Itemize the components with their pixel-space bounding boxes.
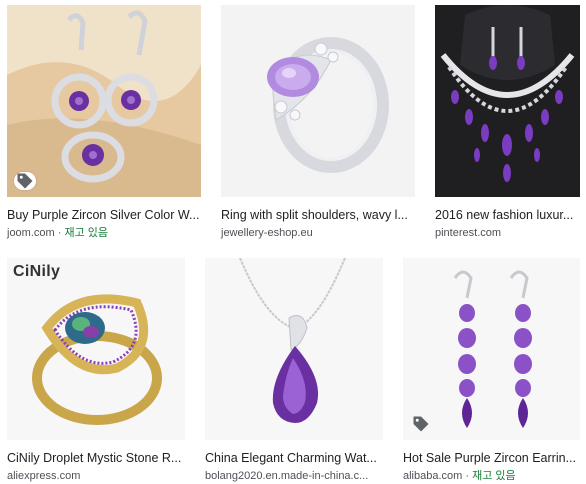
separator: ·	[54, 227, 65, 239]
result-thumbnail-2[interactable]	[221, 5, 415, 197]
result-meta-1: joom.com · 재고 있음	[7, 226, 201, 240]
brand-logo: CiNily	[13, 263, 61, 280]
result-source-6[interactable]: alibaba.com	[403, 470, 462, 482]
purple-zircon-jewelry-set-image	[7, 5, 201, 197]
result-meta-2: jewellery-eshop.eu	[221, 226, 415, 240]
purple-pendant-necklace-image	[205, 258, 383, 440]
tag-icon	[14, 172, 36, 190]
result-thumbnail-1[interactable]	[7, 5, 201, 197]
result-meta-4: aliexpress.com	[7, 469, 185, 483]
result-source-1[interactable]: joom.com	[7, 227, 55, 239]
in-stock-label-1: 재고 있음	[64, 227, 109, 239]
result-title-6[interactable]: Hot Sale Purple Zircon Earrin...	[403, 450, 580, 466]
result-meta-3: pinterest.com	[435, 226, 580, 240]
result-thumbnail-3[interactable]	[435, 5, 580, 197]
purple-necklace-set-image	[435, 5, 580, 197]
in-stock-label-6: 재고 있음	[472, 470, 516, 482]
result-source-3[interactable]: pinterest.com	[435, 227, 501, 239]
result-title-1[interactable]: Buy Purple Zircon Silver Color W...	[7, 207, 201, 223]
result-title-3[interactable]: 2016 new fashion luxur...	[435, 207, 580, 223]
split-shoulder-ring-image	[221, 5, 415, 197]
result-title-2[interactable]: Ring with split shoulders, wavy l...	[221, 207, 415, 223]
mystic-stone-gold-ring-image	[7, 258, 185, 440]
result-title-4[interactable]: CiNily Droplet Mystic Stone R...	[7, 450, 185, 466]
result-card-1[interactable]: Buy Purple Zircon Silver Color W... joom…	[7, 5, 201, 240]
result-source-4[interactable]: aliexpress.com	[7, 470, 80, 482]
result-meta-6: alibaba.com · 재고 있음	[403, 469, 580, 483]
result-card-4[interactable]: CiNily CiNily Droplet Mystic Stone R... …	[7, 258, 185, 483]
separator: ·	[462, 470, 473, 482]
result-card-6[interactable]: Hot Sale Purple Zircon Earrin... alibaba…	[403, 258, 580, 483]
result-thumbnail-5[interactable]	[205, 258, 383, 440]
result-card-2[interactable]: Ring with split shoulders, wavy l... jew…	[221, 5, 415, 240]
result-source-2[interactable]: jewellery-eshop.eu	[221, 227, 313, 239]
result-card-3[interactable]: 2016 new fashion luxur... pinterest.com	[435, 5, 580, 240]
purple-zircon-earrings-image	[403, 258, 580, 440]
result-meta-5: bolang2020.en.made-in-china.c...	[205, 469, 383, 483]
result-thumbnail-6[interactable]	[403, 258, 580, 440]
result-title-5[interactable]: China Elegant Charming Wat...	[205, 450, 383, 466]
tag-icon	[410, 415, 432, 433]
result-source-5[interactable]: bolang2020.en.made-in-china.c...	[205, 470, 368, 482]
result-card-5[interactable]: China Elegant Charming Wat... bolang2020…	[205, 258, 383, 483]
result-thumbnail-4[interactable]: CiNily	[7, 258, 185, 440]
